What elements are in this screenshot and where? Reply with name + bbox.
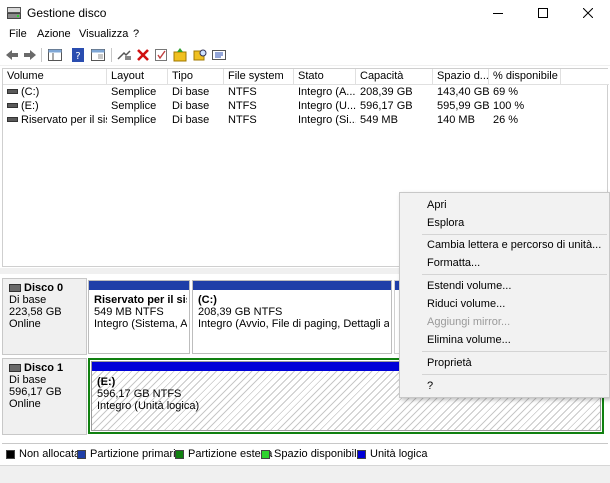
table-row[interactable]: (E:): [3, 99, 107, 113]
folder-up-icon[interactable]: [172, 47, 188, 63]
legend-item: Partizione primaria: [77, 448, 182, 460]
menu-item-formatta[interactable]: Formatta...: [427, 256, 480, 270]
disk-1-label[interactable]: Disco 1 Di base 596,17 GB Online: [2, 358, 87, 435]
col-volume[interactable]: Volume: [3, 69, 107, 85]
menu-item-estendi[interactable]: Estendi volume...: [427, 279, 511, 293]
legend: Non allocata Partizione primaria Partizi…: [2, 443, 608, 463]
col-spazio[interactable]: Spazio d...: [433, 69, 489, 85]
menu-item-aggiungi-mirror: Aggiungi mirror...: [427, 316, 511, 328]
legend-item: Unità logica: [357, 448, 427, 460]
cell-capacita: 208,39 GB: [360, 86, 413, 98]
menu-bar: File Azione Visualizza ?: [0, 26, 610, 44]
window-title: Gestione disco: [27, 6, 107, 20]
properties-icon[interactable]: [211, 47, 227, 63]
menu-file[interactable]: File: [9, 28, 27, 40]
cell-capacita: 549 MB: [360, 114, 398, 126]
title-bar: Gestione disco: [0, 0, 610, 26]
toolbar: ?: [0, 44, 610, 66]
menu-item-help[interactable]: ?: [427, 379, 433, 393]
table-row[interactable]: Riservato per il sist...: [3, 113, 107, 127]
cell-tipo: Di base: [172, 114, 210, 126]
disk-0-label[interactable]: Disco 0 Di base 223,58 GB Online: [2, 278, 87, 355]
table-row[interactable]: (C:): [3, 85, 107, 99]
cell-disponibile: 69 %: [493, 86, 519, 98]
cell-stato: Integro (Si...: [298, 114, 356, 126]
close-icon: [582, 8, 593, 18]
cell-disponibile: 100 %: [493, 100, 525, 112]
cell-tipo: Di base: [172, 86, 210, 98]
folder-search-icon[interactable]: [192, 47, 208, 63]
col-stato[interactable]: Stato: [294, 69, 356, 85]
col-layout[interactable]: Layout: [107, 69, 168, 85]
connect-disk-icon[interactable]: [116, 47, 132, 63]
maximize-icon: [537, 8, 548, 18]
col-filesystem[interactable]: File system: [224, 69, 294, 85]
context-menu: Apri Esplora Cambia lettera e percorso d…: [399, 192, 610, 398]
cell-filesystem: NTFS: [228, 100, 257, 112]
legend-item: Spazio disponibile: [261, 448, 363, 460]
menu-item-esplora[interactable]: Esplora: [427, 216, 464, 230]
menu-item-proprieta[interactable]: Proprietà: [427, 356, 472, 370]
minimize-button[interactable]: [475, 0, 520, 26]
disk-management-icon: [7, 7, 21, 19]
drive-icon: [7, 102, 18, 108]
cell-layout: Semplice: [111, 114, 157, 126]
cell-stato: Integro (U...: [298, 100, 356, 112]
menu-separator: [422, 374, 607, 375]
col-tipo[interactable]: Tipo: [168, 69, 224, 85]
partition-reserved[interactable]: Riservato per il siste549 MB NTFSIntegro…: [88, 280, 190, 354]
menu-help[interactable]: ?: [133, 28, 139, 40]
menu-item-riduci[interactable]: Riduci volume...: [427, 297, 505, 311]
show-hide-icon[interactable]: [90, 47, 106, 63]
back-arrow-icon[interactable]: [4, 47, 20, 63]
disk-icon: [9, 364, 21, 372]
cell-spazio: 140 MB: [437, 114, 475, 126]
disk-icon: [9, 284, 21, 292]
legend-item: Non allocata: [6, 448, 80, 460]
menu-item-apri[interactable]: Apri: [427, 198, 447, 212]
status-bar: [0, 465, 610, 483]
cell-filesystem: NTFS: [228, 86, 257, 98]
forward-arrow-icon[interactable]: [22, 47, 38, 63]
cell-disponibile: 26 %: [493, 114, 519, 126]
cell-layout: Semplice: [111, 100, 157, 112]
svg-text:?: ?: [75, 51, 80, 62]
menu-visualizza[interactable]: Visualizza: [79, 28, 128, 40]
menu-separator: [422, 234, 607, 235]
menu-item-elimina[interactable]: Elimina volume...: [427, 333, 511, 347]
cell-layout: Semplice: [111, 86, 157, 98]
cell-tipo: Di base: [172, 100, 210, 112]
col-capacita[interactable]: Capacità: [356, 69, 433, 85]
drive-icon: [7, 88, 18, 94]
drive-icon: [7, 116, 18, 122]
legend-item: Partizione estesa: [175, 448, 272, 460]
cell-spazio: 595,99 GB: [437, 100, 489, 112]
check-icon[interactable]: [153, 47, 169, 63]
console-tree-icon[interactable]: [47, 47, 63, 63]
close-button[interactable]: [565, 0, 610, 26]
cell-filesystem: NTFS: [228, 114, 257, 126]
menu-item-cambia-lettera[interactable]: Cambia lettera e percorso di unità...: [427, 238, 601, 252]
cell-capacita: 596,17 GB: [360, 100, 413, 112]
help-icon[interactable]: ?: [70, 47, 86, 63]
minimize-icon: [492, 13, 503, 14]
partition-c[interactable]: (C:) 208,39 GB NTFS Integro (Avvio, File d…: [192, 280, 392, 354]
cell-stato: Integro (A...: [298, 86, 356, 98]
col-disponibile[interactable]: % disponibile: [489, 69, 561, 85]
menu-separator: [422, 274, 607, 275]
delete-icon[interactable]: [135, 47, 151, 63]
maximize-button[interactable]: [520, 0, 565, 26]
menu-separator: [422, 351, 607, 352]
cell-spazio: 143,40 GB: [437, 86, 489, 98]
menu-azione[interactable]: Azione: [37, 28, 71, 40]
